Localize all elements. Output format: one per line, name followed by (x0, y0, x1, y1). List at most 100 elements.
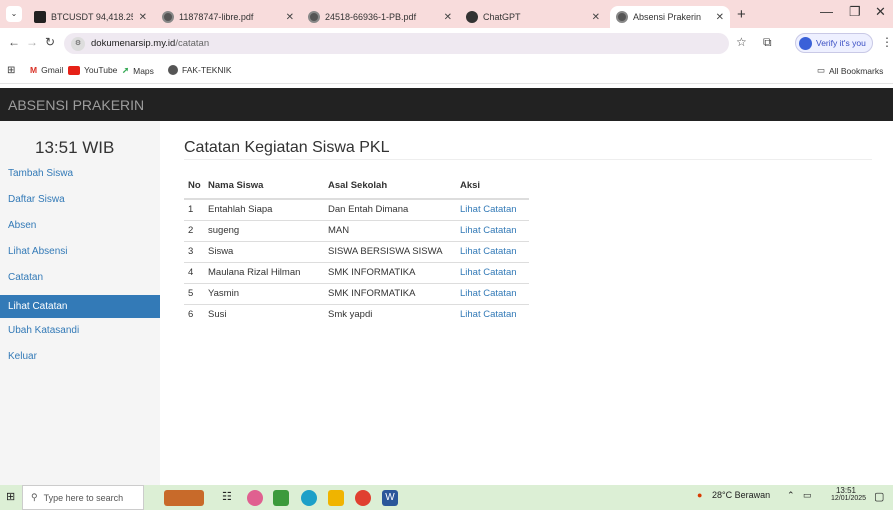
table-header-row: No Nama Siswa Asal Sekolah Aksi (184, 173, 529, 200)
table-row: 3 Siswa SISWA BERSISWA SISWA Lihat Catat… (184, 240, 529, 262)
word-icon[interactable]: W (382, 490, 398, 506)
browser-tab[interactable]: BTCUSDT 94,418.25 ▼ −0.15 ✕ (28, 6, 153, 28)
chevron-up-icon[interactable]: ⌃ (787, 490, 795, 501)
tab-title: ChatGPT (483, 12, 521, 22)
globe-icon (168, 65, 178, 75)
sidebar-item-absen[interactable]: Absen (0, 217, 160, 240)
taskbar-search[interactable]: ⚲ Type here to search (22, 485, 144, 510)
bookmark-fak-teknik[interactable]: FAK-TEKNIK (168, 65, 232, 75)
verify-label: Verify it's you (816, 38, 866, 48)
new-tab-icon[interactable]: + (737, 6, 746, 23)
copilot-icon[interactable] (247, 490, 263, 506)
cell-sekolah: Dan Entah Dimana (328, 204, 409, 216)
close-tab-icon[interactable]: ✕ (444, 12, 452, 23)
back-icon[interactable]: ← (8, 35, 20, 49)
address-bar[interactable]: ⚙ dokumenarsip.my.id/catatan (64, 33, 729, 54)
youtube-icon (68, 65, 80, 75)
cell-sekolah: SMK INFORMATIKA (324, 261, 456, 283)
cell-nama: Susi (204, 303, 324, 325)
close-tab-icon[interactable]: ✕ (286, 12, 294, 23)
windows-start-icon[interactable]: ⊞ (6, 490, 15, 503)
table-row: 2 sugeng MAN Lihat Catatan (184, 219, 529, 241)
bookmark-youtube[interactable]: YouTube (68, 65, 117, 75)
cell-no: 5 (184, 282, 204, 304)
tab-title: Absensi Prakerin (633, 12, 702, 22)
taskbar-time: 13:51 (835, 486, 857, 495)
sidebar-item-keluar[interactable]: Keluar (0, 348, 160, 371)
notification-icon[interactable]: ▢ (874, 490, 884, 503)
search-icon: ⚲ (31, 492, 38, 502)
sidebar-item-lihat-catatan[interactable]: Lihat Catatan (0, 295, 160, 318)
cell-sekolah: SISWA BERSISWA SISWA (324, 240, 456, 262)
close-window-icon[interactable]: ✕ (875, 4, 886, 20)
weather-text[interactable]: 28°C Berawan (712, 490, 770, 500)
lihat-catatan-link[interactable]: Lihat Catatan (456, 240, 529, 262)
column-header: Asal Sekolah (324, 173, 456, 200)
cell-sekolah: MAN (324, 219, 456, 241)
cell-no: 4 (184, 261, 204, 283)
sidebar-item-catatan[interactable]: Catatan (0, 269, 160, 292)
close-tab-icon[interactable]: ✕ (139, 12, 147, 23)
bookmark-gmail[interactable]: M Gmail (30, 65, 63, 75)
bookmark-star-icon[interactable]: ☆ (736, 35, 747, 49)
main-content: Catatan Kegiatan Siswa PKL No Nama Siswa… (168, 121, 893, 485)
cell-no: 3 (184, 240, 204, 262)
extensions-icon[interactable]: ⧉ (763, 35, 772, 50)
site-info-icon[interactable]: ⚙ (71, 36, 85, 51)
taskbar-date: 12/01/2025 (831, 495, 867, 502)
cell-nama: Yasmin (204, 282, 324, 304)
taskbar-clock[interactable]: 13:51 12/01/2025 (831, 486, 867, 502)
clock: 13:51 WIB (35, 138, 115, 157)
minimize-icon[interactable]: — (820, 4, 833, 19)
sidebar-item-tambah-siswa[interactable]: Tambah Siswa (0, 165, 160, 188)
lihat-catatan-link[interactable]: Lihat Catatan (456, 199, 529, 220)
reload-icon[interactable]: ↻ (45, 35, 55, 49)
sidebar-item-lihat-absensi[interactable]: Lihat Absensi (0, 243, 160, 266)
browser-tab[interactable]: ChatGPT ✕ (460, 6, 606, 28)
browser-tab[interactable]: 24518-66936-1-PB.pdf ✕ (302, 6, 458, 28)
cell-nama: Maulana Rizal Hilman (204, 261, 324, 283)
notes-table: No Nama Siswa Asal Sekolah Aksi 1 Entahl… (184, 173, 529, 325)
url-path: /catatan (175, 38, 210, 49)
app-navbar: ABSENSI PRAKERIN (0, 88, 893, 121)
sidebar-item-ubah-katasandi[interactable]: Ubah Katasandi (0, 322, 160, 345)
file-explorer-icon[interactable] (328, 490, 344, 506)
lihat-catatan-link[interactable]: Lihat Catatan (456, 261, 529, 283)
browser-tab-active[interactable]: Absensi Prakerin ✕ (610, 6, 730, 28)
task-view-icon[interactable]: ☷ (222, 490, 232, 503)
menu-icon[interactable]: ⋮ (881, 35, 893, 49)
battery-icon[interactable]: ▭ (803, 490, 812, 501)
lihat-catatan-link[interactable]: Lihat Catatan (456, 282, 529, 304)
browser-tab[interactable]: 11878747-libre.pdf ✕ (156, 6, 300, 28)
windows-taskbar: ⊞ ⚲ Type here to search ☷ W ● 28°C Beraw… (0, 485, 893, 510)
sidebar-item-daftar-siswa[interactable]: Daftar Siswa (0, 191, 160, 214)
app-icon[interactable] (273, 490, 289, 506)
apps-icon[interactable]: ⊞ (7, 65, 15, 76)
verify-profile-button[interactable]: Verify it's you (795, 33, 873, 53)
edge-icon[interactable] (301, 490, 317, 506)
restore-icon[interactable]: ❐ (849, 4, 861, 20)
forward-icon[interactable]: → (26, 35, 38, 49)
tab-search-button[interactable]: ⌄ (6, 6, 22, 22)
lihat-catatan-link[interactable]: Lihat Catatan (456, 219, 529, 241)
close-tab-icon[interactable]: ✕ (592, 12, 600, 23)
search-placeholder: Type here to search (43, 492, 124, 503)
table-row: 1 Entahlah Siapa Dan Entah Dimana Lihat … (184, 199, 529, 220)
table-row: 5 Yasmin SMK INFORMATIKA Lihat Catatan (184, 282, 529, 304)
bookmark-maps[interactable]: ➚ Maps (122, 65, 154, 76)
browser-tab-strip: ⌄ BTCUSDT 94,418.25 ▼ −0.15 ✕ 11878747-l… (0, 0, 893, 28)
weather-icon: ● (697, 490, 703, 500)
all-bookmarks[interactable]: ▭ All Bookmarks (817, 65, 883, 76)
tradingview-icon (34, 11, 46, 23)
folder-icon: ▭ (817, 65, 826, 75)
cell-nama: Entahlah Siapa (208, 204, 273, 216)
gmail-icon: M (30, 65, 38, 75)
widget-food-icon[interactable] (164, 490, 204, 506)
chrome-icon[interactable] (355, 490, 371, 506)
close-tab-icon[interactable]: ✕ (716, 12, 724, 23)
url-host: dokumenarsip.my.id (91, 38, 176, 49)
app-brand[interactable]: ABSENSI PRAKERIN (8, 97, 144, 113)
column-header: No (184, 173, 204, 200)
lihat-catatan-link[interactable]: Lihat Catatan (456, 303, 529, 325)
title-divider (184, 159, 872, 160)
